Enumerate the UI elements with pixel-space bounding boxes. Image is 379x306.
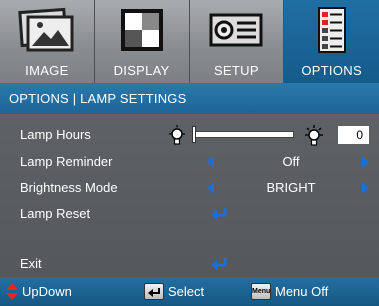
lamp-hours-value: 0 bbox=[338, 126, 369, 144]
brightness-mode-label: Brightness Mode bbox=[20, 180, 118, 195]
lamp-reset-label: Lamp Reset bbox=[20, 206, 91, 221]
tab-setup[interactable]: SETUP bbox=[189, 0, 285, 83]
tab-label: DISPLAY bbox=[113, 63, 170, 78]
enter-key-icon bbox=[144, 283, 164, 300]
lamp-hours-label: Lamp Hours bbox=[20, 127, 91, 142]
hint-menu-off-label: Menu Off bbox=[275, 284, 329, 299]
footer-hints: UpDown Select Menu Menu Off bbox=[0, 277, 379, 306]
display-icon bbox=[120, 9, 163, 51]
tab-bar: IMAGE DISPLAY SETUP OPTIONS bbox=[0, 0, 379, 83]
row-lamp-hours[interactable]: Lamp Hours 0 bbox=[0, 122, 379, 148]
exit-label: Exit bbox=[20, 256, 42, 271]
dim-bulb-icon bbox=[169, 125, 185, 145]
osd-menu: IMAGE DISPLAY SETUP OPTIONS OPTIONS | LA… bbox=[0, 0, 379, 306]
arrow-left-icon[interactable] bbox=[207, 156, 214, 168]
row-brightness-mode[interactable]: Brightness Mode BRIGHT bbox=[0, 175, 379, 201]
tab-label: SETUP bbox=[213, 63, 259, 78]
slider-track[interactable] bbox=[194, 131, 294, 138]
tab-image[interactable]: IMAGE bbox=[0, 0, 95, 83]
projector-icon bbox=[209, 13, 263, 47]
brightness-mode-value: BRIGHT bbox=[266, 180, 316, 195]
page-title: OPTIONS | LAMP SETTINGS bbox=[0, 83, 379, 114]
lamp-hours-slider[interactable]: 0 bbox=[168, 122, 369, 148]
enter-icon[interactable] bbox=[210, 256, 228, 272]
image-icon bbox=[18, 7, 74, 52]
row-exit[interactable]: Exit bbox=[0, 251, 379, 277]
row-lamp-reset[interactable]: Lamp Reset bbox=[0, 201, 379, 227]
lamp-reminder-value: Off bbox=[282, 154, 300, 169]
lamp-reminder-label: Lamp Reminder bbox=[20, 154, 113, 169]
tab-label: IMAGE bbox=[25, 63, 69, 78]
hint-updown-label: UpDown bbox=[22, 284, 72, 299]
tab-display[interactable]: DISPLAY bbox=[94, 0, 190, 83]
row-lamp-reminder[interactable]: Lamp Reminder Off bbox=[0, 149, 379, 175]
arrow-right-icon[interactable] bbox=[362, 156, 369, 168]
arrow-right-icon[interactable] bbox=[362, 182, 369, 194]
slider-thumb[interactable] bbox=[192, 126, 196, 143]
bright-bulb-icon bbox=[305, 125, 323, 146]
menu-key-icon: Menu bbox=[251, 283, 271, 300]
tab-options[interactable]: OPTIONS bbox=[284, 0, 379, 83]
arrow-left-icon[interactable] bbox=[207, 182, 214, 194]
enter-icon[interactable] bbox=[210, 206, 228, 222]
options-list-icon bbox=[317, 7, 346, 53]
hint-select-label: Select bbox=[168, 284, 205, 299]
updown-arrows-icon bbox=[6, 283, 18, 300]
settings-list: Lamp Hours 0 Lamp Reminder Off Brightnes… bbox=[0, 114, 379, 277]
tab-label: OPTIONS bbox=[301, 63, 362, 78]
